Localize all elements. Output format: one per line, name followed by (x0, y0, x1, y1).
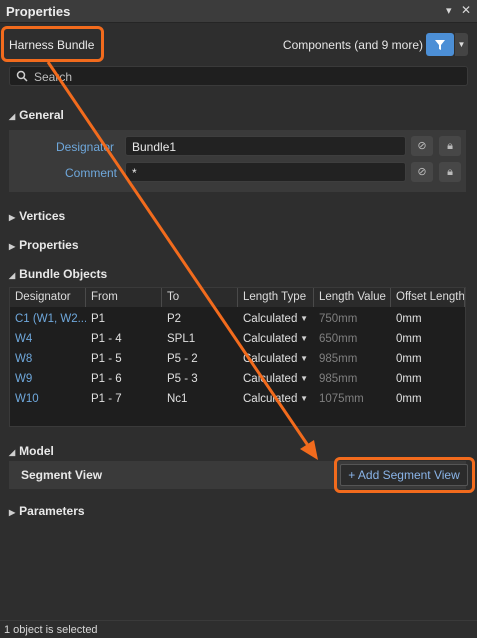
divider (0, 620, 477, 621)
status-text: 1 object is selected (4, 624, 98, 636)
annotation-arrow (46, 61, 318, 460)
